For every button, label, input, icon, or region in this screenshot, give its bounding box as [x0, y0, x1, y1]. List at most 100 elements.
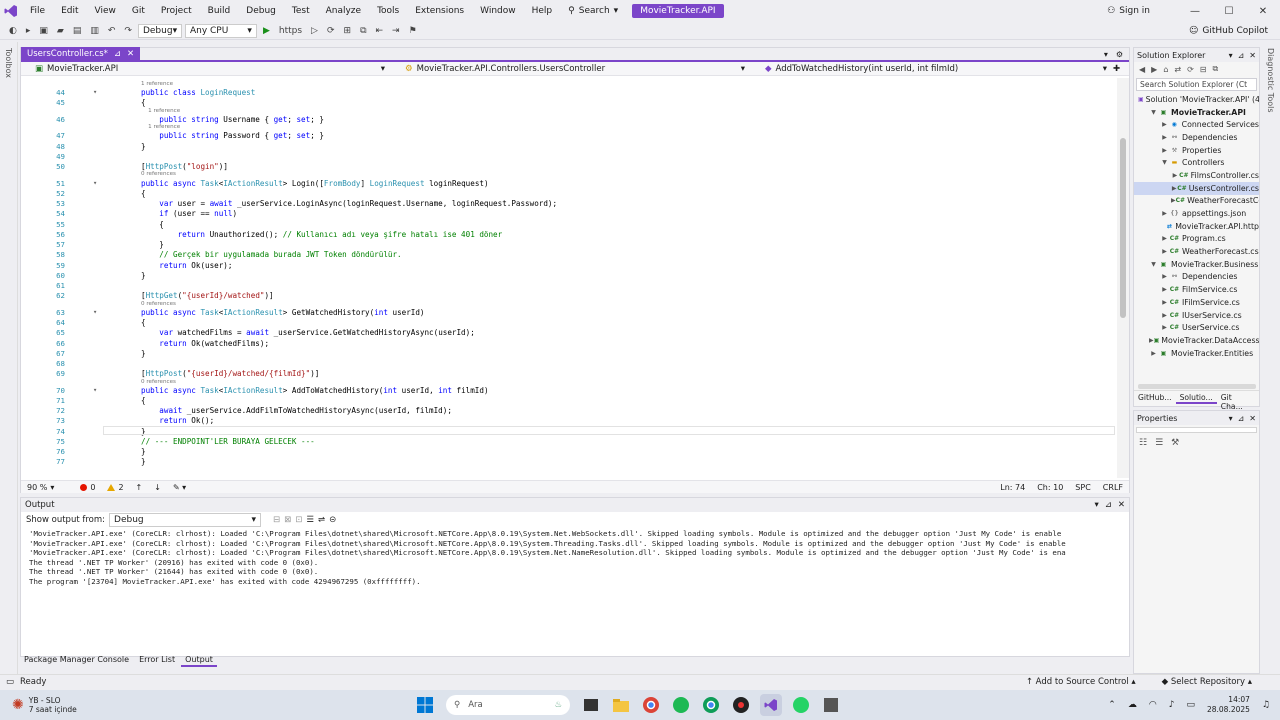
chevron-down-icon[interactable]: ▾ [1094, 500, 1098, 510]
tab-solutio[interactable]: Solutio... [1175, 391, 1217, 404]
code-line[interactable]: return Unauthorized(); // Kullanıcı adı … [141, 230, 503, 239]
settings-icon[interactable]: ⚙ [1116, 50, 1129, 59]
menu-project[interactable]: Project [153, 0, 200, 22]
close-icon[interactable]: ✕ [1249, 51, 1256, 60]
tree-node[interactable]: ▶ ⚯ Dependencies [1134, 271, 1259, 284]
home-icon[interactable]: ⌂ [1163, 65, 1168, 74]
open-icon[interactable]: ▰ [54, 26, 67, 36]
code-line[interactable]: } [141, 457, 146, 466]
split-editor-icon[interactable]: ✚ [1113, 64, 1124, 74]
save-all-icon[interactable]: ▥ [87, 26, 102, 36]
fold-toggle-icon[interactable]: ▾ [93, 386, 97, 394]
alphabetical-icon[interactable]: ☰ [1155, 438, 1163, 448]
tree-node[interactable]: ▶ ⚒ Properties [1134, 144, 1259, 157]
menu-git[interactable]: Git [124, 0, 153, 22]
code-line[interactable]: // Gerçek bir uygulamada burada JWT Toke… [141, 250, 401, 259]
chevron-down-icon[interactable]: ▾ [1229, 51, 1233, 60]
chevron-right-icon[interactable]: ▶ [1160, 210, 1169, 217]
nav-down-icon[interactable]: ↓ [148, 483, 167, 492]
tab-error-list[interactable]: Error List [135, 655, 179, 667]
menu-help[interactable]: Help [524, 0, 561, 22]
collapse-icon[interactable]: ⊟ [1200, 65, 1207, 74]
menu-test[interactable]: Test [284, 0, 318, 22]
pin-icon[interactable]: ⊿ [1238, 51, 1245, 60]
code-line[interactable]: var user = await _userService.LoginAsync… [141, 199, 557, 208]
forward-icon[interactable]: ▶ [1151, 65, 1157, 74]
code-line[interactable]: public string Password { get; set; } [141, 131, 324, 140]
code-line[interactable]: if (user == null) [141, 209, 237, 218]
clear-all-icon[interactable]: ☰ [306, 515, 314, 525]
scrollbar-thumb[interactable] [1120, 138, 1126, 318]
chevron-right-icon[interactable]: ▶ [1160, 248, 1169, 255]
tab-package-manager-console[interactable]: Package Manager Console [20, 655, 133, 667]
code-line[interactable]: [HttpPost("login")] [141, 162, 228, 171]
reference-codelens[interactable]: 1 reference [141, 124, 180, 130]
diagnostic-tools-sidebar[interactable]: Diagnostic Tools [1262, 42, 1280, 674]
redo-icon[interactable]: ↷ [121, 26, 135, 36]
word-wrap-icon[interactable]: ⇌ [318, 515, 325, 525]
fold-toggle-icon[interactable]: ▾ [93, 179, 97, 187]
code-line[interactable]: } [141, 142, 146, 151]
menu-edit[interactable]: Edit [53, 0, 86, 22]
output-source-select[interactable]: Debug ▾ [109, 513, 262, 527]
code-line[interactable]: } [141, 447, 146, 456]
tab-github[interactable]: GitHub... [1134, 391, 1176, 404]
whatsapp-icon[interactable] [790, 694, 812, 716]
maximize-button[interactable]: ☐ [1212, 6, 1246, 17]
spacing-indicator[interactable]: SPC [1069, 483, 1097, 492]
configuration-select[interactable]: Debug ▾ [137, 23, 182, 38]
chevron-right-icon[interactable]: ▶ [1160, 273, 1169, 280]
tree-node[interactable]: ▶ C# IUserService.cs [1134, 309, 1259, 322]
reference-codelens[interactable]: 1 reference [141, 81, 173, 87]
zoom-level[interactable]: 90 % ▾ [21, 483, 60, 492]
nav-member-dropdown[interactable]: ◆ AddToWatchedHistory(int userId, int fi… [751, 64, 1113, 74]
sync-icon[interactable]: ⇄ [1174, 65, 1181, 74]
chevron-right-icon[interactable]: ▶ [1160, 286, 1169, 293]
line-indicator[interactable]: Ln: 74 [994, 483, 1031, 492]
chevron-down-icon[interactable]: ▼ [1149, 109, 1158, 116]
code-line[interactable]: } [141, 349, 146, 358]
properties-object-select[interactable] [1136, 427, 1257, 433]
code-line[interactable]: public string Username { get; set; } [141, 115, 324, 124]
line-ending-indicator[interactable]: CRLF [1097, 483, 1129, 492]
tree-node[interactable]: ▶ ◉ Connected Services [1134, 118, 1259, 131]
pin-icon[interactable]: ⊿ [114, 49, 121, 59]
code-line[interactable]: public async Task<IActionResult> GetWatc… [141, 308, 425, 317]
chevron-right-icon[interactable]: ▶ [1160, 299, 1169, 306]
property-pages-icon[interactable]: ⚒ [1171, 438, 1179, 448]
chrome-icon[interactable] [640, 694, 662, 716]
tree-node[interactable]: ▶ ▣ MovieTracker.DataAccess [1134, 334, 1259, 347]
pin-icon[interactable]: ⊿ [1238, 414, 1245, 423]
chevron-right-icon[interactable]: ▶ [1160, 134, 1169, 141]
tree-node[interactable]: ▼ ▣ MovieTracker.API [1134, 106, 1259, 119]
code-line[interactable]: { [141, 189, 146, 198]
close-icon[interactable]: ✕ [1249, 414, 1256, 423]
chevron-right-icon[interactable]: ▶ [1160, 121, 1169, 128]
chevron-right-icon[interactable]: ▶ [1171, 172, 1179, 179]
editor-vertical-scrollbar[interactable] [1117, 78, 1129, 478]
nav-up-icon[interactable]: ↑ [130, 483, 149, 492]
chevron-right-icon[interactable]: ▶ [1160, 324, 1169, 331]
next-message-icon[interactable]: ⊡ [295, 515, 302, 525]
github-copilot-button[interactable]: ☺ GitHub Copilot [1189, 26, 1268, 36]
warning-count[interactable]: 2 [101, 483, 129, 492]
windows-start-icon[interactable] [414, 694, 436, 716]
code-line[interactable]: await _userService.AddFilmToWatchedHisto… [141, 406, 452, 415]
reference-codelens[interactable]: 0 references [141, 171, 176, 177]
tree-node[interactable]: ▶ ▣ MovieTracker.Entities [1134, 347, 1259, 360]
menu-window[interactable]: Window [472, 0, 524, 22]
run-target-label[interactable]: https [276, 26, 305, 36]
chevron-down-icon[interactable]: ▼ [1149, 261, 1158, 268]
code-line[interactable]: return Ok(user); [141, 261, 232, 270]
menu-debug[interactable]: Debug [238, 0, 284, 22]
chevron-right-icon[interactable]: ▶ [1160, 147, 1169, 154]
code-line[interactable]: public class LoginRequest [141, 88, 255, 97]
tree-node[interactable]: ▶ C# FilmsController.cs [1134, 169, 1259, 182]
code-line[interactable]: // --- ENDPOINT'LER BURAYA GELECEK --- [141, 437, 315, 446]
tab-users-controller[interactable]: UsersController.cs* ⊿ ✕ [21, 47, 141, 61]
undo-icon[interactable]: ↶ [105, 26, 119, 36]
categorized-icon[interactable]: ☷ [1139, 438, 1147, 448]
app-icon-2[interactable] [820, 694, 842, 716]
tab-overflow-icon[interactable]: ▾ [1104, 50, 1116, 59]
menu-tools[interactable]: Tools [369, 0, 407, 22]
